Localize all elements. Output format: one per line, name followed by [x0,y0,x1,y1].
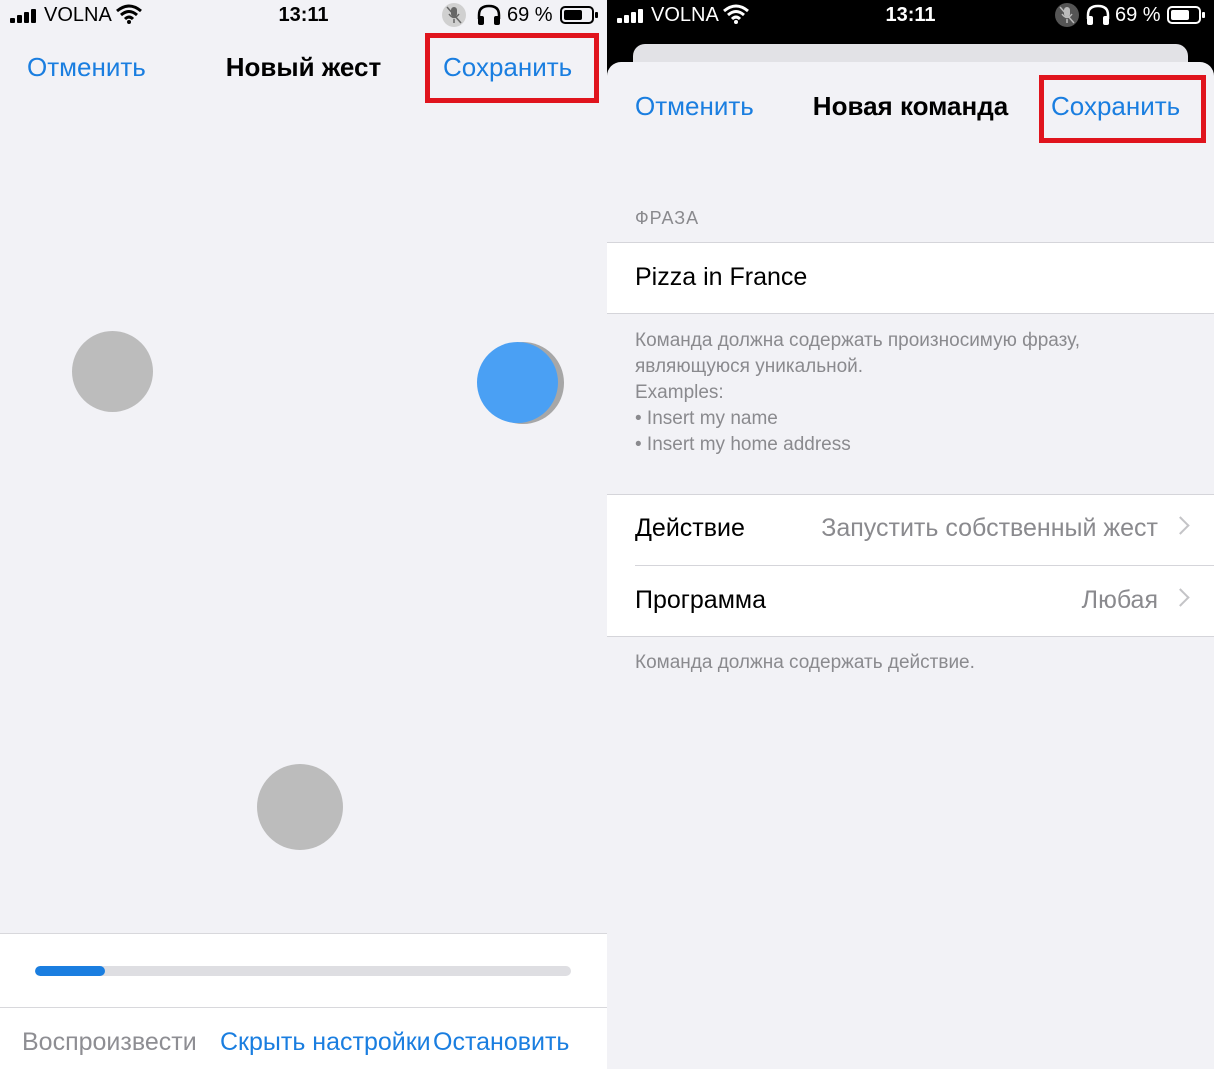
play-button[interactable]: Воспроизвести [22,1028,197,1057]
status-bar: VOLNA 13:11 69 % [607,0,1214,34]
phrase-section-header: ФРАЗА [635,208,700,228]
chevron-right-icon [1171,516,1190,535]
touch-point [257,764,343,850]
headphones-icon [477,4,501,25]
gesture-progress-bar [35,966,571,976]
app-row[interactable]: Программа Любая [607,566,1214,637]
action-settings-group: Действие Запустить собственный жест Прог… [607,494,1214,637]
mute-icon [442,3,466,27]
app-label: Программа [635,586,766,614]
phrase-footer: Команда должна содержать произносимую фр… [635,328,1080,458]
mute-icon [1055,3,1079,27]
headphones-icon [1086,4,1110,25]
save-highlight-box [1039,75,1206,143]
touch-point [72,331,153,412]
divider [0,1007,607,1008]
gesture-progress-fill [35,966,105,976]
phrase-footer-line: Команда должна содержать произносимую фр… [635,330,1081,351]
stop-button[interactable]: Остановить [433,1028,569,1057]
battery-icon [1167,6,1205,24]
battery-percent: 69 % [1115,4,1161,26]
phrase-value: Pizza in France [635,263,808,291]
status-bar: VOLNA 13:11 69 % [0,0,607,34]
phrase-footer-line: являющуюся уникальной. [635,356,864,377]
battery-icon [560,6,598,24]
phrase-footer-line: Examples: [635,382,724,403]
gesture-toolbar: Воспроизвести Скрыть настройки Остановит… [0,933,607,1069]
gesture-canvas[interactable] [0,110,607,932]
divider [607,313,1214,314]
battery-percent: 69 % [507,4,553,26]
action-label: Действие [635,514,745,542]
phrase-footer-line: • Insert my name [635,408,778,429]
new-gesture-screen: VOLNA 13:11 69 % Отменить Новый жест Сох… [0,0,607,1069]
action-value: Запустить собственный жест [821,514,1158,542]
active-touch-point [477,342,558,423]
divider [607,242,1214,243]
chevron-right-icon [1171,588,1190,607]
phrase-footer-line: • Insert my home address [635,434,851,455]
command-sheet: Отменить Новая команда Сохранить ФРАЗА P… [607,62,1214,1069]
app-value: Любая [1081,586,1158,614]
action-row[interactable]: Действие Запустить собственный жест [607,494,1214,566]
save-highlight-box [425,33,599,103]
divider [607,636,1214,637]
new-command-screen: VOLNA 13:11 69 % Отменить Новая команда … [607,0,1214,1069]
phrase-field[interactable]: Pizza in France [607,242,1214,314]
action-footer: Команда должна содержать действие. [635,652,975,673]
hide-controls-button[interactable]: Скрыть настройки [220,1028,431,1057]
